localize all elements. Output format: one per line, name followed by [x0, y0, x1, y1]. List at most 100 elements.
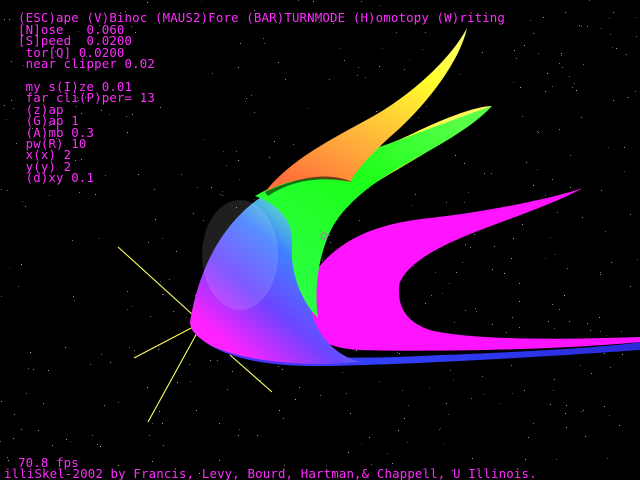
star — [581, 411, 582, 412]
star — [601, 190, 602, 191]
star — [99, 25, 100, 26]
star — [526, 162, 527, 163]
scene-canvas[interactable] — [0, 0, 640, 480]
star — [132, 306, 133, 307]
star — [134, 350, 135, 351]
star — [211, 187, 212, 188]
star — [326, 465, 327, 466]
star — [559, 129, 560, 130]
star — [587, 26, 588, 27]
star — [217, 360, 218, 361]
star — [514, 50, 515, 51]
star — [350, 413, 351, 414]
star — [442, 293, 443, 294]
star — [583, 64, 584, 65]
star — [110, 362, 111, 363]
star — [154, 189, 155, 190]
star — [56, 138, 57, 139]
star — [1, 296, 2, 297]
star — [590, 330, 591, 331]
star — [585, 436, 586, 437]
star — [392, 463, 393, 464]
star — [471, 398, 472, 399]
star — [226, 165, 227, 166]
star — [440, 428, 441, 429]
star — [474, 234, 475, 235]
star — [118, 465, 119, 466]
star — [1, 189, 2, 190]
star — [429, 388, 430, 389]
star — [520, 87, 521, 88]
star — [13, 108, 14, 109]
star — [635, 91, 636, 92]
star — [569, 321, 570, 322]
star — [512, 317, 513, 318]
star — [610, 367, 611, 368]
star — [74, 300, 75, 301]
star — [0, 441, 1, 442]
star — [530, 20, 531, 21]
star — [105, 175, 106, 176]
star — [576, 90, 577, 91]
star — [409, 60, 410, 61]
star — [555, 254, 556, 255]
star — [203, 139, 204, 140]
star — [356, 350, 357, 351]
star — [348, 452, 349, 453]
star — [396, 32, 397, 33]
star — [95, 194, 96, 195]
star — [339, 48, 340, 49]
star — [7, 476, 8, 477]
star — [626, 54, 627, 55]
star — [78, 31, 79, 32]
star — [104, 405, 105, 406]
star — [552, 86, 553, 87]
star — [118, 402, 119, 403]
star — [7, 190, 8, 191]
star — [587, 323, 588, 324]
star — [24, 471, 25, 472]
star — [450, 370, 451, 371]
star — [7, 457, 8, 458]
star — [147, 387, 148, 388]
star — [162, 294, 163, 295]
star — [43, 403, 44, 404]
star — [236, 151, 237, 152]
star — [475, 308, 476, 309]
star — [239, 179, 240, 180]
star — [470, 247, 471, 248]
star — [16, 143, 17, 144]
star — [601, 28, 602, 29]
render-viewport[interactable]: (ESC)ape (V)Binoc (MAUS2)Fore (BAR)TURNM… — [0, 0, 640, 480]
star — [528, 437, 529, 438]
star — [26, 393, 27, 394]
star — [140, 61, 141, 62]
star — [9, 19, 10, 20]
star — [90, 364, 91, 365]
star — [552, 304, 553, 305]
star — [628, 97, 629, 98]
star — [72, 240, 73, 241]
star — [100, 446, 101, 447]
star — [506, 332, 507, 333]
star — [484, 173, 485, 174]
star — [580, 365, 581, 366]
star — [537, 169, 538, 170]
star — [460, 74, 461, 75]
star — [565, 413, 566, 414]
star — [307, 108, 308, 109]
star — [85, 97, 86, 98]
star — [126, 14, 127, 15]
star — [616, 48, 617, 49]
star — [439, 429, 440, 430]
star — [322, 260, 323, 261]
star — [525, 459, 526, 460]
star — [320, 395, 321, 396]
star — [78, 100, 79, 101]
star — [148, 242, 149, 243]
star — [276, 22, 277, 23]
star — [279, 410, 280, 411]
star — [238, 67, 239, 68]
star — [591, 373, 592, 374]
star — [342, 372, 343, 373]
